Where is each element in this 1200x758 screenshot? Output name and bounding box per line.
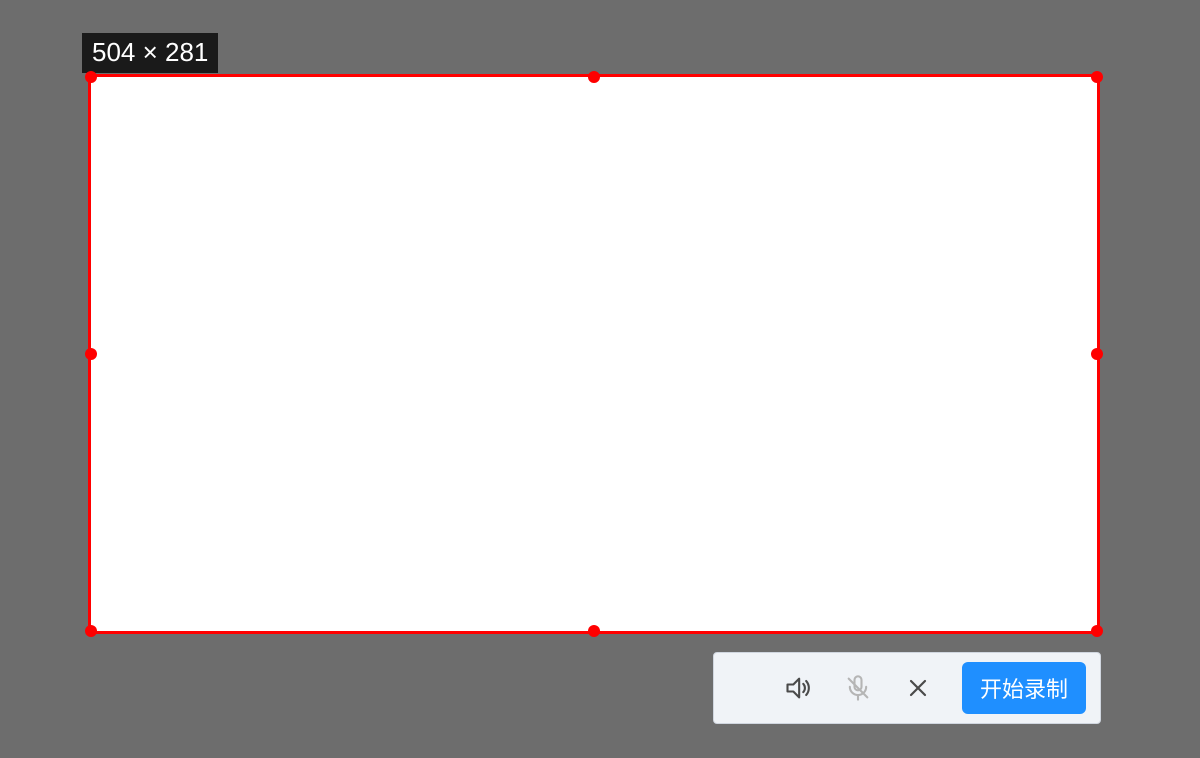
resize-handle-bottom-middle[interactable] bbox=[588, 625, 600, 637]
resize-handle-top-middle[interactable] bbox=[588, 71, 600, 83]
microphone-muted-icon[interactable] bbox=[842, 672, 874, 704]
speaker-icon[interactable] bbox=[782, 672, 814, 704]
resize-handle-bottom-left[interactable] bbox=[85, 625, 97, 637]
resize-handle-middle-left[interactable] bbox=[85, 348, 97, 360]
resize-handle-bottom-right[interactable] bbox=[1091, 625, 1103, 637]
recording-toolbar: 开始录制 bbox=[713, 652, 1101, 724]
selection-area[interactable] bbox=[88, 74, 1100, 634]
dimension-badge: 504 × 281 bbox=[82, 33, 218, 73]
resize-handle-top-left[interactable] bbox=[85, 71, 97, 83]
start-recording-button[interactable]: 开始录制 bbox=[962, 662, 1086, 714]
resize-handle-top-right[interactable] bbox=[1091, 71, 1103, 83]
record-button-label: 开始录制 bbox=[980, 677, 1068, 702]
resize-handle-middle-right[interactable] bbox=[1091, 348, 1103, 360]
dimension-text: 504 × 281 bbox=[92, 37, 208, 67]
close-icon[interactable] bbox=[902, 672, 934, 704]
